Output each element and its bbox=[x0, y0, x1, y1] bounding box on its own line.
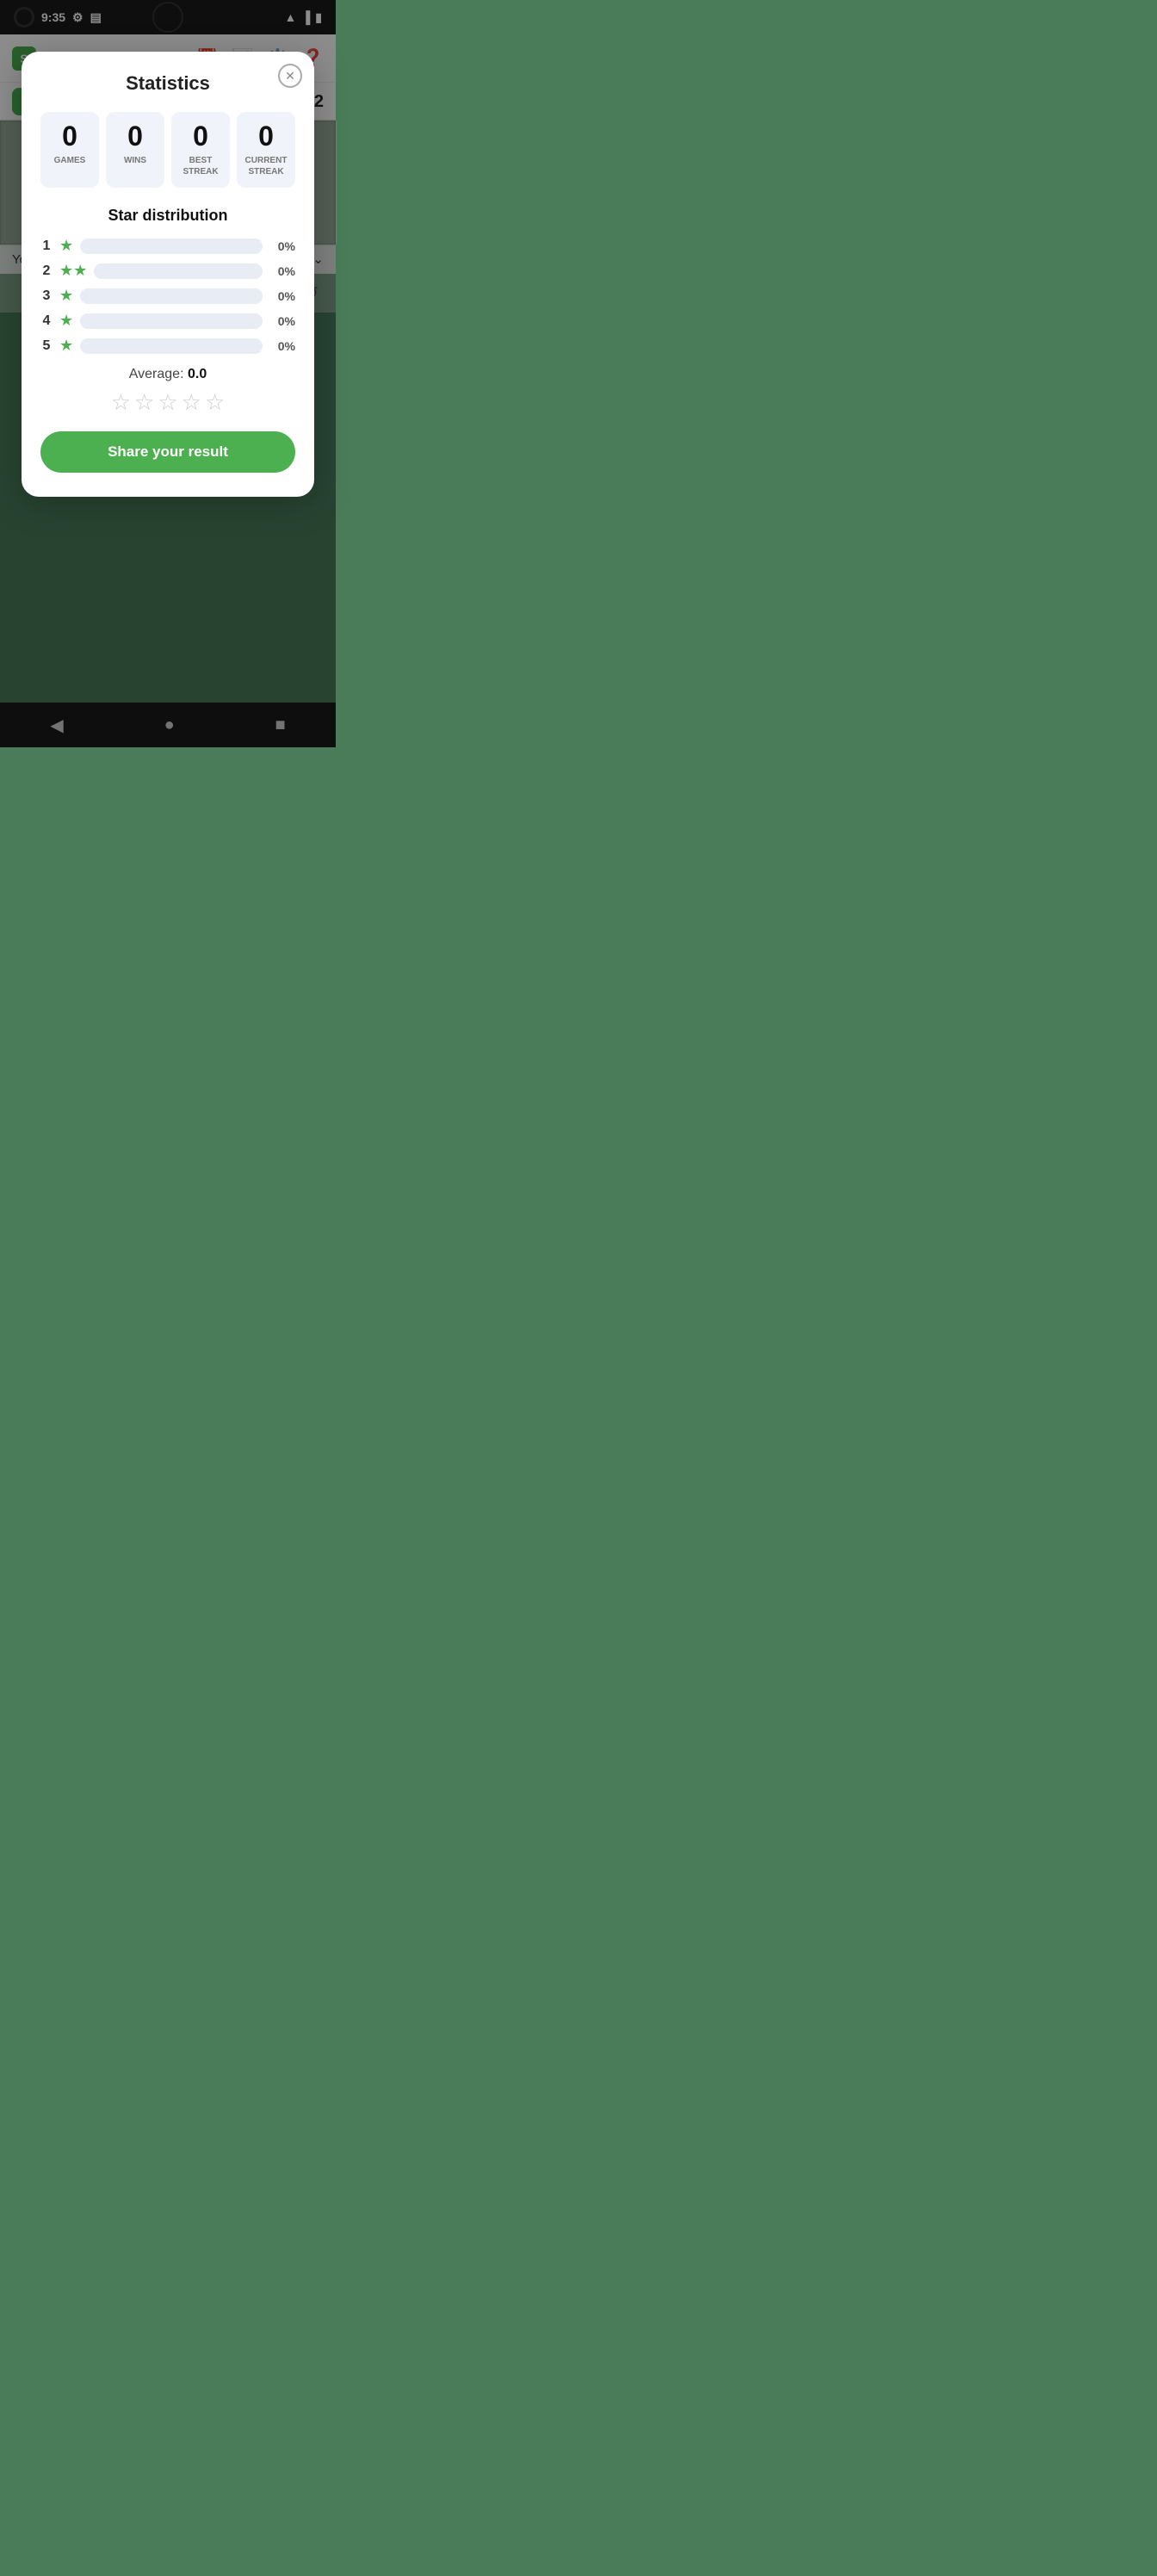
dist-row-4: 4 ★ 0% bbox=[40, 312, 295, 330]
dist-pct-5: 0% bbox=[269, 339, 295, 353]
star-icon-3: ★ bbox=[59, 287, 73, 305]
dist-pct-3: 0% bbox=[269, 289, 295, 303]
stat-best-streak-label: BEST STREAK bbox=[176, 155, 225, 177]
close-icon: ✕ bbox=[285, 69, 295, 84]
statistics-modal: ✕ Statistics 0 GAMES 0 WINS 0 BEST STREA… bbox=[22, 52, 314, 497]
distribution-list: 1 ★ 0% 2 ★★ 0% 3 ★ 0% bbox=[40, 237, 295, 355]
star-empty-5: ☆ bbox=[205, 389, 225, 416]
modal-title: Statistics bbox=[40, 72, 295, 95]
dist-bar-bg-1 bbox=[80, 238, 263, 254]
dist-row-5: 5 ★ 0% bbox=[40, 337, 295, 355]
stars-display: ☆ ☆ ☆ ☆ ☆ bbox=[40, 389, 295, 416]
stat-wins-value: 0 bbox=[111, 122, 159, 150]
dist-level-4: 4 bbox=[40, 313, 53, 329]
dist-level-5: 5 bbox=[40, 338, 53, 354]
average-row: Average: 0.0 bbox=[40, 367, 295, 382]
dist-pct-1: 0% bbox=[269, 239, 295, 253]
dist-row-2: 2 ★★ 0% bbox=[40, 262, 295, 280]
modal-close-button[interactable]: ✕ bbox=[278, 64, 302, 88]
dist-bar-bg-2 bbox=[94, 263, 263, 279]
stat-games-label: GAMES bbox=[46, 155, 94, 166]
stat-card-wins: 0 WINS bbox=[106, 112, 164, 188]
stat-card-best-streak: 0 BEST STREAK bbox=[171, 112, 230, 188]
star-empty-3: ☆ bbox=[158, 389, 177, 416]
dist-pct-2: 0% bbox=[269, 264, 295, 278]
modal-overlay[interactable]: ✕ Statistics 0 GAMES 0 WINS 0 BEST STREA… bbox=[0, 0, 336, 747]
share-button[interactable]: Share your result bbox=[40, 431, 295, 473]
dist-bar-bg-5 bbox=[80, 338, 263, 354]
stat-best-streak-value: 0 bbox=[176, 122, 225, 150]
star-empty-2: ☆ bbox=[134, 389, 154, 416]
star-icon-5: ★ bbox=[59, 337, 73, 355]
dist-row-1: 1 ★ 0% bbox=[40, 237, 295, 255]
stat-current-streak-label: CURRENT STREAK bbox=[242, 155, 290, 177]
stat-card-games: 0 GAMES bbox=[40, 112, 99, 188]
star-icon-1: ★ bbox=[59, 237, 73, 255]
star-empty-4: ☆ bbox=[182, 389, 201, 416]
dist-row-3: 3 ★ 0% bbox=[40, 287, 295, 305]
stat-games-value: 0 bbox=[46, 122, 94, 150]
star-icon-4: ★ bbox=[59, 312, 73, 330]
dist-level-2: 2 bbox=[40, 263, 53, 279]
star-empty-1: ☆ bbox=[111, 389, 131, 416]
stat-card-current-streak: 0 CURRENT STREAK bbox=[237, 112, 295, 188]
star-dist-title: Star distribution bbox=[40, 207, 295, 225]
average-label: Average: bbox=[129, 367, 184, 381]
dist-pct-4: 0% bbox=[269, 314, 295, 328]
star-icon-2: ★★ bbox=[59, 262, 87, 280]
stat-current-streak-value: 0 bbox=[242, 122, 290, 150]
stats-row: 0 GAMES 0 WINS 0 BEST STREAK 0 CURRENT S… bbox=[40, 112, 295, 188]
dist-level-1: 1 bbox=[40, 238, 53, 254]
average-value: 0.0 bbox=[188, 367, 207, 381]
dist-bar-bg-4 bbox=[80, 313, 263, 329]
dist-level-3: 3 bbox=[40, 288, 53, 304]
stat-wins-label: WINS bbox=[111, 155, 159, 166]
dist-bar-bg-3 bbox=[80, 288, 263, 304]
